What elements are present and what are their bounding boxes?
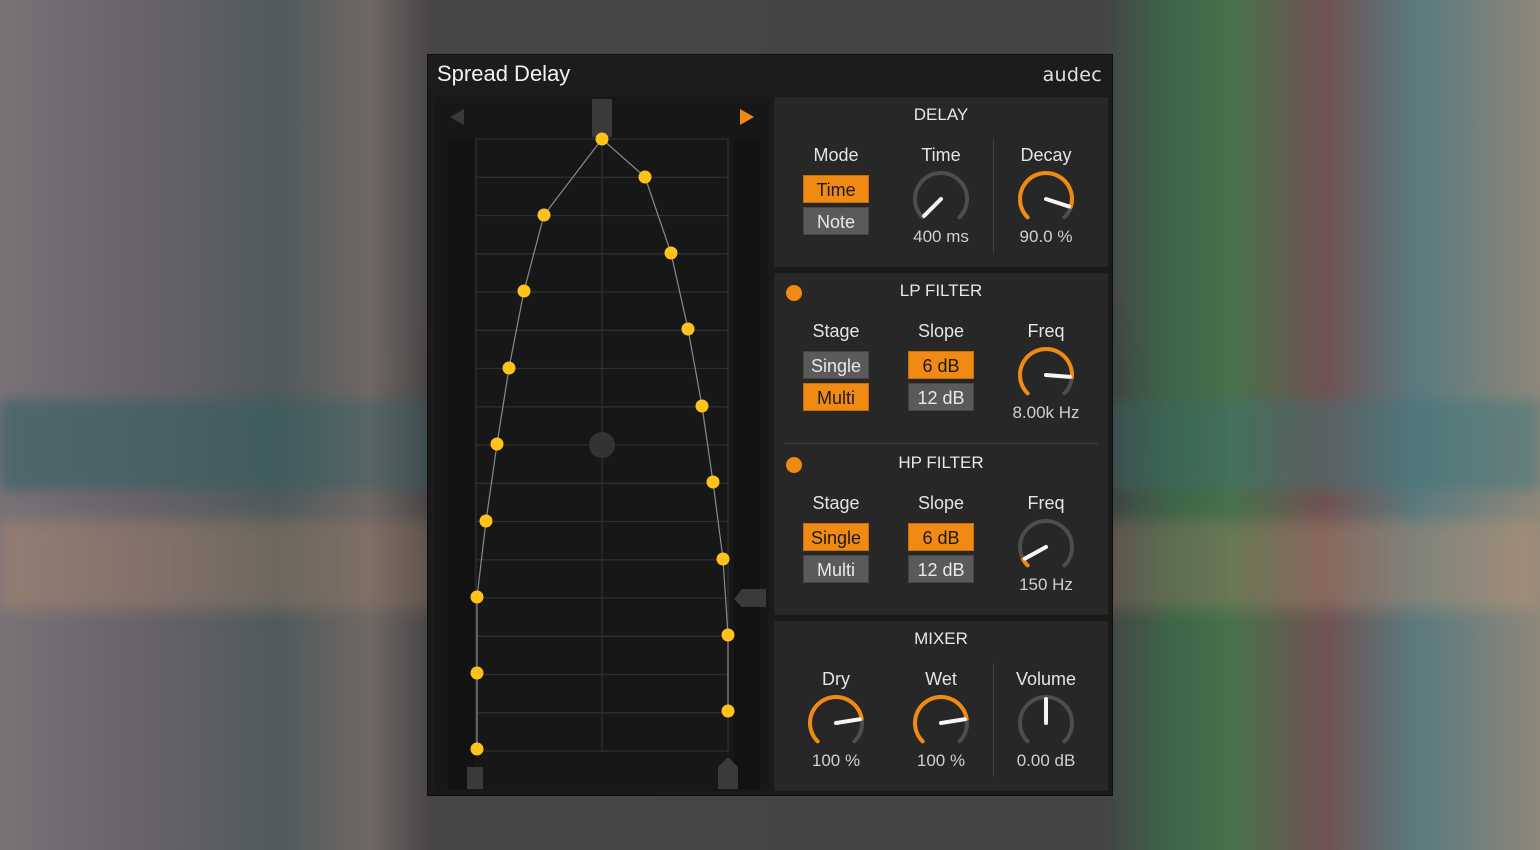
tap-dot[interactable]: [664, 246, 678, 260]
tap-dot[interactable]: [479, 514, 493, 528]
tap-dot[interactable]: [517, 284, 531, 298]
hp-slope-12db-button[interactable]: 12 dB: [908, 555, 974, 583]
dry-knob[interactable]: [804, 691, 868, 755]
mixer-panel-title: MIXER: [914, 629, 968, 648]
volume-label: Volume: [1015, 669, 1077, 689]
spread-graph[interactable]: [434, 97, 768, 791]
delay-panel: DELAY Mode Time Note Time 400 ms Decay 9…: [774, 97, 1108, 267]
delay-panel-title: DELAY: [913, 105, 969, 124]
mode-label: Mode: [813, 145, 859, 165]
lp-freq-label: Freq: [1027, 321, 1065, 341]
center-handle[interactable]: [589, 432, 615, 458]
hp-stage-multi-button[interactable]: Multi: [803, 555, 869, 583]
hp-slope-label: Slope: [917, 493, 965, 513]
hp-slope-6db-button[interactable]: 6 dB: [908, 523, 974, 551]
tap-dot[interactable]: [470, 590, 484, 604]
tap-dot[interactable]: [470, 742, 484, 756]
lp-freq-knob[interactable]: [1014, 343, 1078, 407]
dry-value: 100 %: [811, 751, 861, 770]
decay-label: Decay: [1020, 145, 1072, 165]
bottom-right-handle[interactable]: [718, 767, 738, 789]
tap-dot[interactable]: [716, 552, 730, 566]
time-label: Time: [921, 145, 961, 165]
lp-stage-multi-button[interactable]: Multi: [803, 383, 869, 411]
left-rail: [448, 139, 474, 789]
plugin-title: Spread Delay: [437, 61, 571, 86]
filter-divider: [784, 443, 1098, 444]
spread-graph-canvas[interactable]: [434, 97, 768, 791]
time-value: 400 ms: [913, 227, 969, 246]
title-bar: Spread Delay audec: [428, 55, 1112, 95]
wet-label: Wet: [925, 669, 957, 689]
dry-label: Dry: [822, 669, 850, 689]
hp-freq-value: 150 Hz: [1019, 575, 1073, 594]
tap-dot[interactable]: [595, 132, 609, 146]
spread-delay-plugin-window: Spread Delay audec DELAY Mode Time Note …: [427, 54, 1113, 796]
lp-slope-label: Slope: [917, 321, 965, 341]
lp-slope-12db-button[interactable]: 12 dB: [908, 383, 974, 411]
filter-panel: LP FILTER Stage Single Multi Slope 6 dB …: [774, 273, 1108, 615]
tap-dot[interactable]: [681, 322, 695, 336]
hp-freq-knob[interactable]: [1014, 515, 1078, 579]
tap-dot[interactable]: [502, 361, 516, 375]
lp-freq-value: 8.00k Hz: [1012, 403, 1080, 422]
tap-dot[interactable]: [695, 399, 709, 413]
triangle-right-icon[interactable]: [740, 109, 754, 125]
decay-knob[interactable]: [1014, 167, 1078, 231]
tap-dot[interactable]: [638, 170, 652, 184]
hp-stage-single-button[interactable]: Single: [803, 523, 869, 551]
tap-dot[interactable]: [470, 666, 484, 680]
tap-dot[interactable]: [537, 208, 551, 222]
right-rail: [734, 139, 760, 789]
mode-time-button[interactable]: Time: [803, 175, 869, 203]
mixer-panel: MIXER Dry 100 % Wet 100 % Volume 0.00 dB: [774, 621, 1108, 791]
lp-filter-title: LP FILTER: [899, 281, 983, 300]
hp-freq-label: Freq: [1027, 493, 1065, 513]
lp-slope-6db-button[interactable]: 6 dB: [908, 351, 974, 379]
tap-dot[interactable]: [721, 628, 735, 642]
mode-note-button[interactable]: Note: [803, 207, 869, 235]
brand-logo: audec: [1042, 64, 1102, 86]
hp-stage-label: Stage: [812, 493, 860, 513]
wet-value: 100 %: [916, 751, 966, 770]
triangle-left-icon[interactable]: [450, 109, 464, 125]
top-handle[interactable]: [592, 99, 612, 137]
wet-knob[interactable]: [909, 691, 973, 755]
tap-dot[interactable]: [490, 437, 504, 451]
bottom-left-handle[interactable]: [467, 767, 483, 789]
lp-stage-single-button[interactable]: Single: [803, 351, 869, 379]
tap-dot[interactable]: [721, 704, 735, 718]
hp-filter-title: HP FILTER: [898, 453, 984, 472]
tap-dot[interactable]: [706, 475, 720, 489]
volume-value: 0.00 dB: [1016, 751, 1076, 770]
lp-stage-label: Stage: [812, 321, 860, 341]
volume-knob[interactable]: [1014, 691, 1078, 755]
decay-value: 90.0 %: [1019, 227, 1073, 246]
time-knob[interactable]: [909, 167, 973, 231]
